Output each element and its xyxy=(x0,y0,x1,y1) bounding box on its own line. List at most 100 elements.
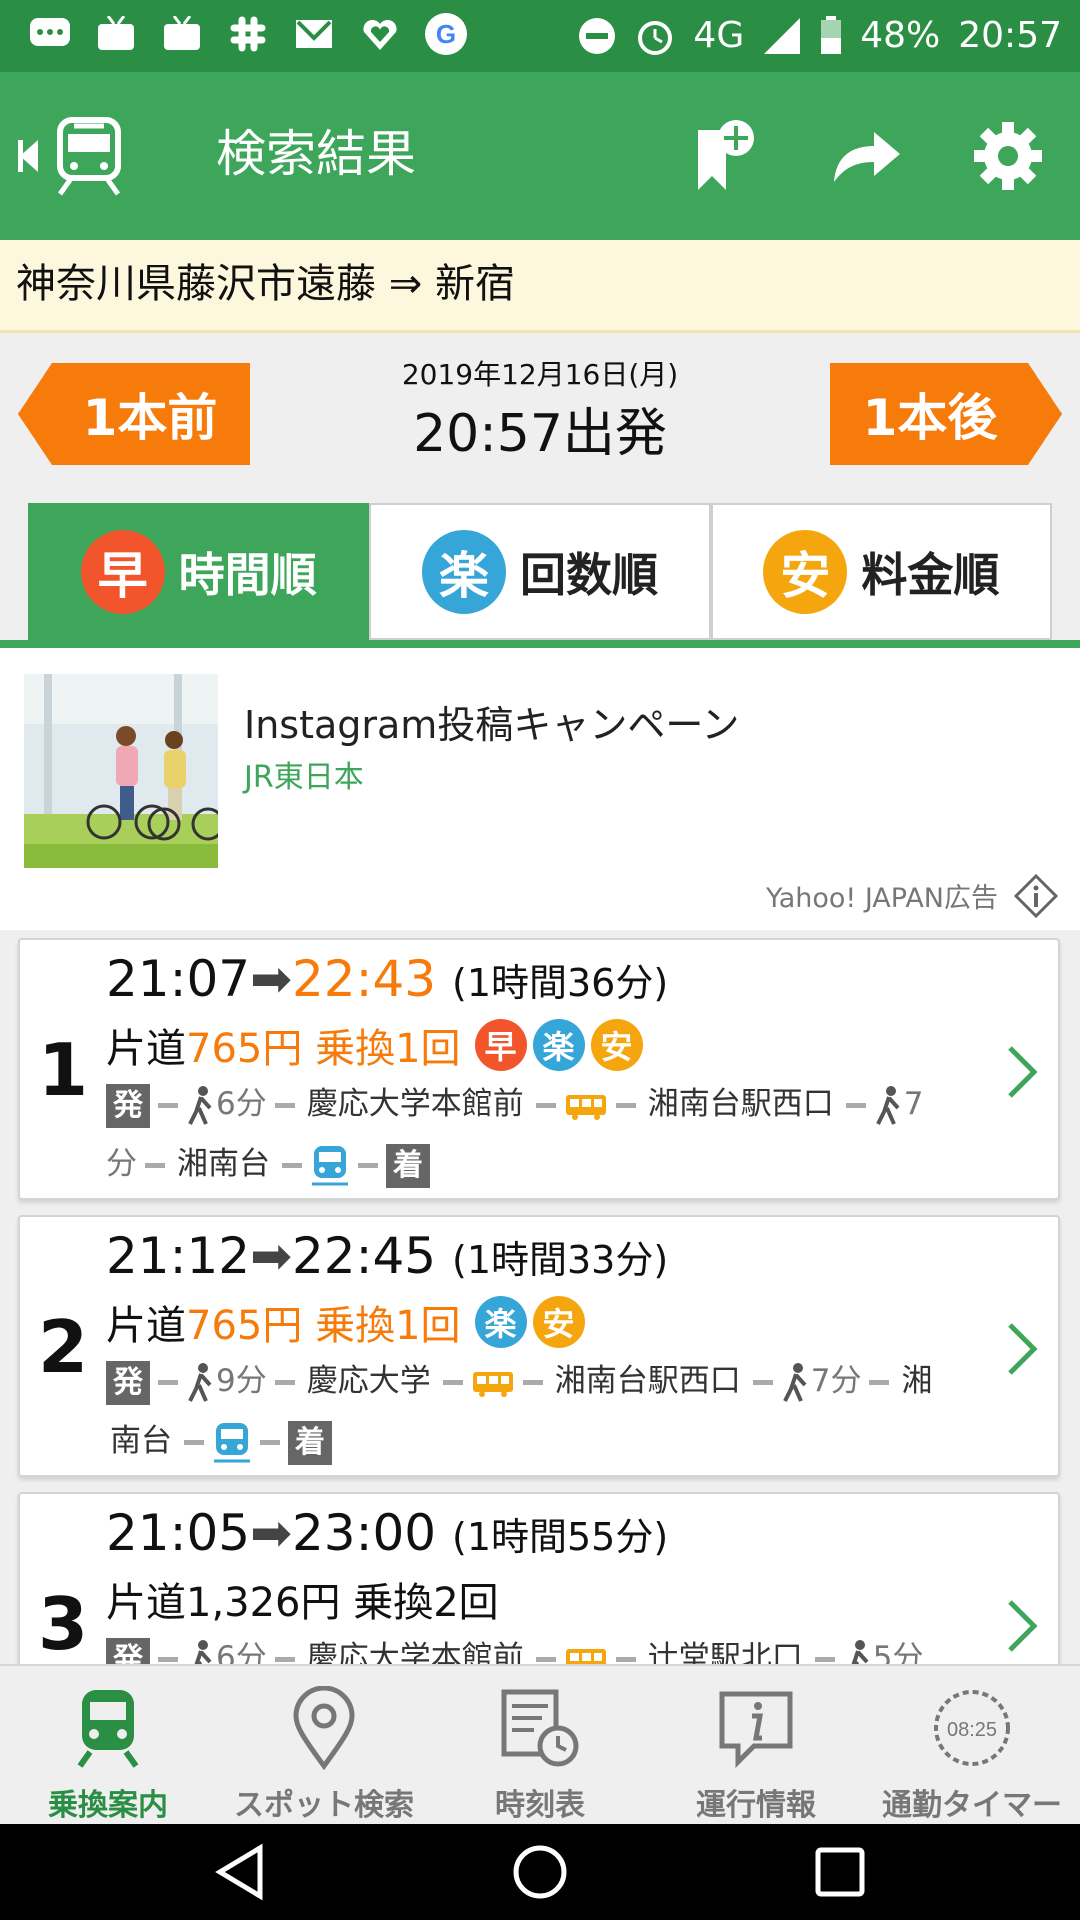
departure-tag: 発 xyxy=(106,1637,150,1664)
fast-badge-icon: 早 xyxy=(474,1019,527,1071)
tab-sort-by-time[interactable]: 早 時間順 xyxy=(28,503,370,640)
walk-duration: 5分 xyxy=(872,1640,924,1664)
route-segments: 発 9分 慶応大学 湘南台駅西口 7分 湘南台 着 xyxy=(106,1351,1006,1471)
clock: 20:57 xyxy=(958,15,1062,56)
result-fare: 片道 765円 乗換1回 楽 安 xyxy=(106,1293,585,1351)
previous-train-button[interactable]: 1本前 xyxy=(18,363,250,465)
stop-name: 辻堂駅北口 xyxy=(647,1640,803,1664)
walk-duration: 7 xyxy=(903,1086,924,1122)
ad-thumbnail[interactable] xyxy=(24,674,218,868)
battery-icon xyxy=(821,16,842,54)
chevron-right-icon xyxy=(1008,1046,1038,1098)
stop-name: 湘南台駅西口 xyxy=(647,1086,834,1122)
duration: (1時間33分) xyxy=(452,1238,669,1282)
ad-photo-image xyxy=(24,674,218,868)
settings-button[interactable] xyxy=(968,116,1048,196)
battery-level: 48% xyxy=(860,15,941,56)
svg-text:G: G xyxy=(436,19,456,49)
heart-icon xyxy=(358,14,402,54)
advertisement[interactable]: Instagram投稿キャンペーン JR東日本 Yahoo! JAPAN広告 xyxy=(0,648,1080,930)
cheap-badge-icon: 安 xyxy=(532,1296,585,1348)
ad-info-button[interactable] xyxy=(1013,873,1059,919)
timetable-icon xyxy=(501,1689,579,1767)
ad-title[interactable]: Instagram投稿キャンペーン xyxy=(244,694,739,749)
fare-amount: 765円 xyxy=(186,1026,303,1072)
do-not-disturb-icon xyxy=(579,18,616,54)
walk-duration: 7分 xyxy=(810,1363,862,1399)
walk-duration: 9分 xyxy=(216,1363,267,1399)
walk-duration-unit: 分 xyxy=(106,1146,137,1182)
route-segments: 発 6分 慶応大学本館前 湘南台駅西口 7 分 湘南台 着 xyxy=(106,1074,1006,1194)
arrow-right-icon: ➡ xyxy=(250,950,292,1008)
back-icon[interactable] xyxy=(212,1842,272,1902)
recents-icon[interactable] xyxy=(810,1842,870,1902)
status-bar: G 4G 48% 20:57 xyxy=(0,0,1080,72)
share-button[interactable] xyxy=(826,116,906,196)
tab-sort-by-transfers[interactable]: 楽 回数順 xyxy=(369,503,711,640)
walk-duration: 6分 xyxy=(216,1086,267,1122)
map-pin-icon xyxy=(293,1686,355,1770)
page-title: 検索結果 xyxy=(216,125,416,183)
transfer-count: 乗換1回 xyxy=(315,1303,461,1349)
nav-timetable[interactable]: 時刻表 xyxy=(432,1666,648,1826)
fare-prefix: 片道 xyxy=(106,1026,186,1072)
result-fare: 片道 765円 乗換1回 早 楽 安 xyxy=(106,1016,643,1074)
arrival-time: 22:43 xyxy=(292,950,437,1008)
nav-commute-timer[interactable]: 08:25 通勤タイマー xyxy=(864,1666,1080,1826)
bookmark-add-button[interactable] xyxy=(688,116,768,196)
sort-tabs: 早 時間順 楽 回数順 安 料金順 xyxy=(28,503,1052,640)
nav-label: 通勤タイマー xyxy=(882,1788,1062,1823)
result-number: 3 xyxy=(38,1582,89,1664)
android-navigation-bar xyxy=(0,1824,1080,1920)
result-times: 21:05➡23:00 (1時間55分) xyxy=(106,1504,668,1562)
nav-service-info[interactable]: 運行情報 xyxy=(648,1666,864,1826)
departure-time[interactable]: 20:57出発 xyxy=(300,391,780,466)
timer-icon: 08:25 xyxy=(934,1690,1010,1766)
message-icon xyxy=(28,14,72,54)
cheap-badge-icon: 安 xyxy=(763,529,848,614)
stop-name: 南台 xyxy=(110,1423,172,1459)
tab-label: 時間順 xyxy=(178,547,317,602)
share-icon xyxy=(834,132,900,182)
train-home-icon xyxy=(18,117,121,196)
result-number: 1 xyxy=(38,1028,89,1112)
timer-text: 08:25 xyxy=(947,1719,997,1741)
duration: (1時間36分) xyxy=(452,961,669,1005)
home-icon[interactable] xyxy=(510,1842,570,1902)
walk-icon xyxy=(782,1362,807,1402)
transfer-count: 乗換1回 xyxy=(315,1026,461,1072)
fast-badge-icon: 早 xyxy=(80,529,165,614)
walk-duration: 6分 xyxy=(216,1640,267,1664)
route-results-list: 1 21:07➡22:43 (1時間36分) 片道 765円 乗換1回 早 楽 安… xyxy=(0,930,1080,1664)
next-train-button[interactable]: 1本後 xyxy=(830,363,1062,465)
route-result-card[interactable]: 1 21:07➡22:43 (1時間36分) 片道 765円 乗換1回 早 楽 安… xyxy=(18,938,1060,1200)
stop-name: 慶応大学本館前 xyxy=(306,1640,524,1664)
tab-sort-by-fare[interactable]: 安 料金順 xyxy=(710,503,1052,640)
route-result-card[interactable]: 2 21:12➡22:45 (1時間33分) 片道 765円 乗換1回 楽 安 発… xyxy=(18,1215,1060,1477)
nav-label: 運行情報 xyxy=(696,1788,816,1823)
info-icon xyxy=(719,1691,793,1769)
nav-transit-search[interactable]: 乗換案内 xyxy=(0,1666,216,1826)
departure-time: 21:05 xyxy=(106,1504,251,1562)
nav-spot-search[interactable]: スポット検索 xyxy=(216,1666,432,1826)
arrival-tag: 着 xyxy=(386,1143,430,1188)
mail-icon xyxy=(292,14,336,54)
departure-time: 21:07 xyxy=(106,950,251,1008)
network-type: 4G xyxy=(693,15,745,56)
departure-time: 21:12 xyxy=(106,1227,251,1285)
alarm-icon xyxy=(638,21,673,55)
bus-icon xyxy=(565,1094,606,1120)
tv-icon xyxy=(160,14,204,54)
walk-icon xyxy=(188,1085,212,1125)
back-to-start-button[interactable] xyxy=(16,114,136,198)
result-number: 2 xyxy=(38,1305,89,1389)
info-diamond-icon xyxy=(1013,873,1059,919)
bookmark-add-icon xyxy=(698,120,754,190)
walk-icon xyxy=(188,1362,212,1402)
result-times: 21:07➡22:43 (1時間36分) xyxy=(106,950,668,1008)
app-bar: 検索結果 xyxy=(0,72,1080,240)
bus-icon xyxy=(565,1648,606,1664)
route-result-card[interactable]: 3 21:05➡23:00 (1時間55分) 片道1,326円 乗換2回 発 6分… xyxy=(18,1492,1060,1664)
nav-label: 時刻表 xyxy=(495,1788,585,1823)
departure-date[interactable]: 2019年12月16日(月) xyxy=(300,353,780,393)
